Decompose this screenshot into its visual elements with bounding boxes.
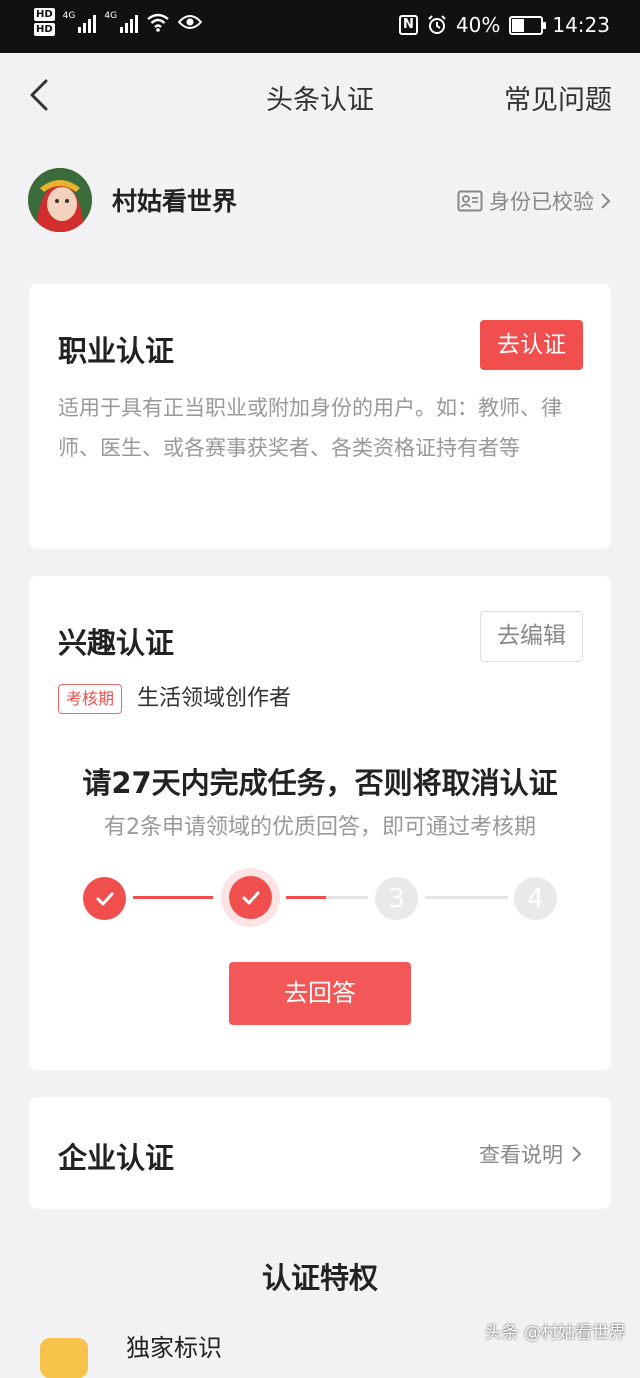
eye-icon xyxy=(178,15,203,29)
interest-cert-title: 兴趣认证 xyxy=(58,626,175,660)
alarm-icon xyxy=(428,15,446,34)
step-2-inner xyxy=(229,876,272,919)
task-title: 请27天内完成任务，否则将取消认证 xyxy=(82,766,558,800)
status-left: HD HD 4G 4G xyxy=(34,8,203,36)
step-1-complete xyxy=(83,877,126,920)
enterprise-cert-title: 企业认证 xyxy=(58,1141,175,1175)
view-description-label: 查看说明 xyxy=(479,1143,563,1167)
network-type: 4G xyxy=(62,11,76,21)
avatar[interactable] xyxy=(28,168,92,232)
step-3: 3 xyxy=(375,877,418,920)
progress-line xyxy=(133,896,213,899)
signal-icon: 4G xyxy=(63,11,97,33)
task-subtitle: 有2条申请领域的优质回答，即可通过考核期 xyxy=(104,815,536,840)
interest-cert-card: 兴趣认证 去编辑 考核期 生活领域创作者 请27天内完成任务，否则将取消认证 有… xyxy=(29,576,611,1070)
profile-row: 村姑看世界 身份已校验 xyxy=(0,168,640,232)
progress-line xyxy=(286,896,326,899)
chevron-right-icon xyxy=(601,193,611,209)
status-badge: 考核期 xyxy=(58,684,123,714)
progress-line xyxy=(425,896,508,899)
hd-badge: HD xyxy=(34,23,55,36)
verified-label: 身份已校验 xyxy=(489,190,594,214)
privileges-title: 认证特权 xyxy=(261,1261,378,1295)
clock: 14:23 xyxy=(552,13,610,37)
professional-cert-card: 职业认证 去认证 适用于具有正当职业或附加身份的用户。如：教师、律师、医生、或各… xyxy=(29,284,611,549)
chevron-right-icon xyxy=(572,1146,582,1162)
battery-percent: 40% xyxy=(455,13,501,37)
progress-line xyxy=(326,896,368,899)
hd-indicators: HD HD xyxy=(34,8,55,36)
username: 村姑看世界 xyxy=(112,187,238,216)
wifi-icon xyxy=(147,13,169,32)
privilege-label: 独家标识 xyxy=(126,1334,222,1362)
edit-button[interactable]: 去编辑 xyxy=(480,611,583,662)
view-description-link[interactable]: 查看说明 xyxy=(479,1139,583,1169)
badge-icon xyxy=(40,1338,88,1378)
enterprise-cert-card: 企业认证 查看说明 xyxy=(29,1097,611,1209)
professional-cert-description: 适用于具有正当职业或附加身份的用户。如：教师、律师、医生、或各赛事获奖者、各类资… xyxy=(58,396,562,460)
id-card-icon xyxy=(457,190,483,212)
faq-link[interactable]: 常见问题 xyxy=(504,78,612,117)
hd-badge: HD xyxy=(34,8,55,21)
identity-verified-link[interactable]: 身份已校验 xyxy=(457,186,612,216)
go-answer-button[interactable]: 去回答 xyxy=(229,962,411,1025)
step-4: 4 xyxy=(514,877,557,920)
nfc-icon: N xyxy=(399,15,418,35)
battery-icon xyxy=(509,15,547,35)
step-2-current xyxy=(221,868,280,927)
check-icon xyxy=(96,892,113,905)
signal-icon: 4G xyxy=(104,11,139,33)
watermark: 头条 @村姑看世界 xyxy=(484,1323,626,1343)
interest-field: 生活领域创作者 xyxy=(137,686,292,711)
network-type: 4G xyxy=(104,11,118,21)
apply-cert-button[interactable]: 去认证 xyxy=(480,320,583,370)
status-right: N 40% 14:23 xyxy=(399,13,610,37)
check-icon xyxy=(242,891,259,904)
status-bar: HD HD 4G 4G N 40% 14:23 xyxy=(0,0,640,53)
nav-bar: 头条认证 常见问题 xyxy=(0,53,640,135)
professional-cert-title: 职业认证 xyxy=(58,334,175,368)
